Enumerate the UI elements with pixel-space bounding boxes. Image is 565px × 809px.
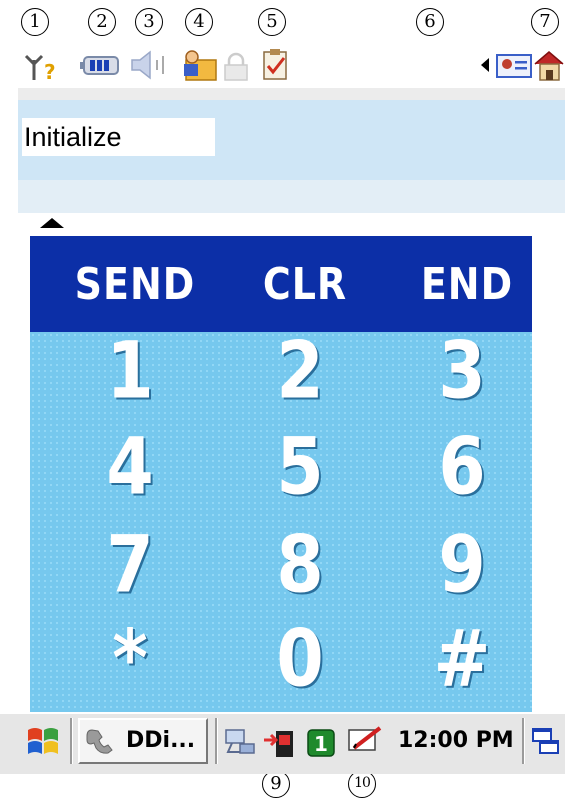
signal-icon[interactable]: ?: [24, 50, 64, 82]
key-hash[interactable]: #: [392, 614, 532, 705]
home-icon[interactable]: [533, 48, 565, 82]
dial-keypad: SEND CLR END 1 2 3 4 5 6 7 8 9 * 0 #: [30, 236, 532, 714]
network-icon[interactable]: [222, 726, 258, 758]
phone-transfer-icon[interactable]: [262, 728, 298, 760]
callout-5: 5: [258, 8, 286, 36]
taskbar-separator: [522, 718, 525, 764]
callout-6: 6: [416, 8, 444, 36]
lock-icon: [224, 52, 248, 81]
scroll-left-icon[interactable]: [478, 56, 492, 74]
windows-start-icon[interactable]: [24, 724, 64, 760]
key-3[interactable]: 3: [392, 326, 532, 417]
callout-9: 9: [262, 770, 290, 798]
key-7[interactable]: 7: [60, 520, 200, 611]
input-band-lower: [18, 180, 565, 213]
key-6[interactable]: 6: [392, 422, 532, 513]
clipboard-icon[interactable]: [258, 48, 292, 82]
svg-text:?: ?: [44, 60, 56, 82]
status-text-field[interactable]: Initialize: [22, 118, 215, 156]
clear-key[interactable]: CLR: [235, 259, 375, 310]
speaker-icon[interactable]: [130, 50, 174, 80]
battery-icon[interactable]: [80, 54, 122, 78]
send-key[interactable]: SEND: [65, 259, 205, 310]
app-phone-icon: [86, 729, 113, 754]
callout-7: 7: [531, 8, 559, 36]
key-star[interactable]: *: [60, 614, 200, 705]
callout-3: 3: [135, 8, 163, 36]
key-4[interactable]: 4: [60, 422, 200, 513]
user-icon[interactable]: [180, 48, 220, 82]
windows-list-icon[interactable]: [530, 726, 562, 758]
callout-1: 1: [21, 8, 49, 36]
key-9[interactable]: 9: [392, 520, 532, 611]
tray-one-icon[interactable]: 1: [306, 728, 336, 758]
key-5[interactable]: 5: [230, 422, 370, 513]
key-0[interactable]: 0: [230, 614, 370, 705]
key-1[interactable]: 1: [60, 326, 200, 417]
pen-icon[interactable]: [346, 724, 386, 756]
callout-4: 4: [185, 8, 213, 36]
callout-2: 2: [88, 8, 116, 36]
key-8[interactable]: 8: [230, 520, 370, 611]
key-2[interactable]: 2: [230, 326, 370, 417]
taskbar-separator: [70, 718, 73, 764]
clock[interactable]: 12:00 PM: [398, 726, 514, 756]
svg-text:1: 1: [314, 732, 328, 756]
end-key[interactable]: END: [397, 259, 537, 310]
collapse-arrow-icon[interactable]: [40, 218, 64, 228]
callout-10: 10: [348, 770, 376, 798]
contact-card-icon[interactable]: [495, 52, 533, 80]
taskbar-separator: [215, 718, 218, 764]
